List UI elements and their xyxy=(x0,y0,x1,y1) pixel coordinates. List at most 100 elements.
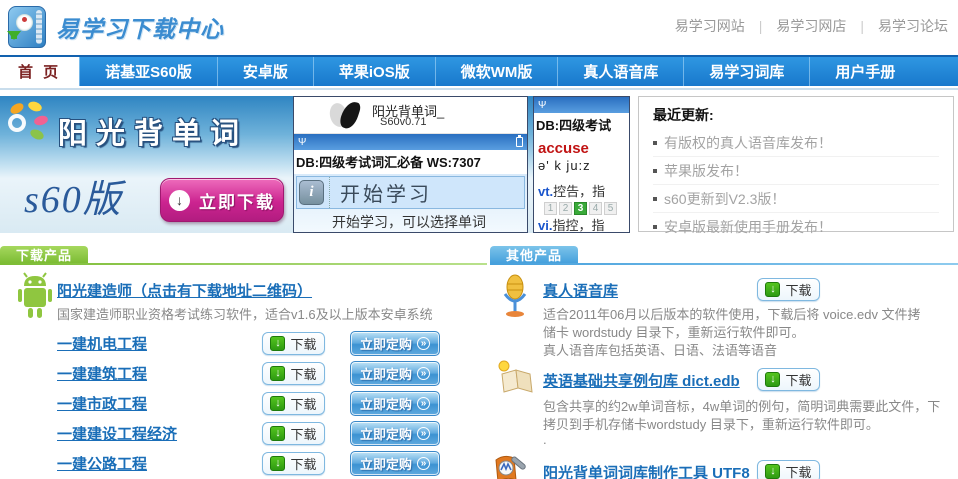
link-website[interactable]: 易学习网站 xyxy=(675,16,745,36)
db-status-line: DB:四级考试词汇必备 WS:7307 xyxy=(294,150,527,174)
nav-item-home[interactable]: 首 页 xyxy=(0,57,79,86)
featured-product-link-wrap: 阳光建造师（点击有下载地址二维码） xyxy=(57,280,312,301)
status-bar: Ψ xyxy=(534,97,629,113)
product-link[interactable]: 一建公路工程 xyxy=(57,453,262,474)
bullet-icon xyxy=(653,225,657,229)
order-now-button[interactable]: 立即定购» xyxy=(350,451,440,476)
arrow-right-icon: » xyxy=(417,397,430,410)
tools-book-icon xyxy=(492,454,534,479)
app-version: S60v0.71 xyxy=(380,116,426,128)
recent-updates-box: 最近更新: 有版权的真人语音库发布！ 苹果版发布！ s60更新到V2.3版！ 安… xyxy=(638,96,954,232)
product-title-row: 真人语音库 xyxy=(543,280,618,301)
phone-screenshot-1: 阳光背单词_ S60v0.71 Ψ DB:四级考试词汇必备 WS:7307 i … xyxy=(293,96,528,233)
product-desc-line: 储卡 wordstudy 目录下，重新运行软件即可。 xyxy=(543,322,804,341)
schoolbag-logo-icon xyxy=(8,6,46,48)
tab-other-products: 其他产品 xyxy=(490,246,578,263)
microphone-icon xyxy=(498,274,532,323)
menu-item-description: 开始学习，可以选择单词 xyxy=(332,212,525,232)
android-icon xyxy=(14,272,56,325)
product-row: 一建市政工程 ↓下载 立即定购» xyxy=(0,388,480,418)
product-link[interactable]: 真人语音库 xyxy=(543,280,618,301)
nav-underline xyxy=(0,88,958,90)
green-section-line xyxy=(0,263,487,265)
nav-item-ios[interactable]: 苹果iOS版 xyxy=(313,57,435,86)
promo-banner: 阳光背单词 s60版 ↓ 立即下载 阳光背单词_ S60v0.71 Ψ DB:四… xyxy=(0,96,630,233)
product-link[interactable]: 一建建筑工程 xyxy=(57,363,262,384)
download-arrow-icon: ↓ xyxy=(765,464,780,479)
order-now-button[interactable]: 立即定购» xyxy=(350,421,440,446)
arrow-right-icon: » xyxy=(417,457,430,470)
nav-item-manual[interactable]: 用户手册 xyxy=(809,57,920,86)
download-arrow-icon: ↓ xyxy=(270,426,285,441)
app-header: 阳光背单词_ S60v0.71 xyxy=(294,97,527,134)
product-title-row: 阳光背单词词库制作工具 UTF8 xyxy=(543,462,750,479)
product-desc-line: . xyxy=(543,432,547,447)
product-desc-line: 适合2011年06月以后版本的软件使用，下载后将 voice.edv 文件拷 xyxy=(543,304,921,323)
link-forum[interactable]: 易学习论坛 xyxy=(878,16,948,36)
download-arrow-icon: ↓ xyxy=(765,282,780,297)
nav-item-wm[interactable]: 微软WM版 xyxy=(435,57,558,86)
meaning-line: vi.指控，指 xyxy=(538,215,625,233)
product-link[interactable]: 阳光背单词词库制作工具 UTF8 xyxy=(543,462,750,479)
bullet-icon xyxy=(653,197,657,201)
battery-icon xyxy=(516,137,523,147)
book-icon xyxy=(494,358,536,401)
update-item: 有版权的真人语音库发布！ xyxy=(653,129,939,157)
nav-item-nokia-s60[interactable]: 诺基亚S60版 xyxy=(79,57,217,86)
phonetic: ə' k ju:z xyxy=(538,158,625,173)
download-arrow-icon: ↓ xyxy=(270,396,285,411)
download-button[interactable]: ↓下载 xyxy=(262,362,325,385)
banner-download-button[interactable]: ↓ 立即下载 xyxy=(160,178,284,222)
download-button[interactable]: ↓下载 xyxy=(757,368,820,391)
page-number: 5 xyxy=(604,202,617,215)
download-button[interactable]: ↓下载 xyxy=(262,392,325,415)
update-item: s60更新到V2.3版！ xyxy=(653,185,939,213)
nav-item-voice-library[interactable]: 真人语音库 xyxy=(557,57,683,86)
order-now-button[interactable]: 立即定购» xyxy=(350,361,440,386)
product-link[interactable]: 一建机电工程 xyxy=(57,333,262,354)
order-now-button[interactable]: 立即定购» xyxy=(350,391,440,416)
featured-product-desc: 国家建造师职业资格考试练习软件，适合v1.6及以上版本安卓系统 xyxy=(57,304,433,323)
product-title-row: 英语基础共享例句库 dict.edb xyxy=(543,370,740,391)
main-nav: 首 页 诺基亚S60版 安卓版 苹果iOS版 微软WM版 真人语音库 易学习词库… xyxy=(0,55,958,86)
product-row: 一建机电工程 ↓下载 立即定购» xyxy=(0,328,480,358)
download-product-list: 一建机电工程 ↓下载 立即定购» 一建建筑工程 ↓下载 立即定购» 一建市政工程… xyxy=(0,328,480,478)
product-link[interactable]: 一建建设工程经济 xyxy=(57,423,262,444)
nav-item-dictionary[interactable]: 易学习词库 xyxy=(683,57,809,86)
app-menu: i 开始学习 开始学习，可以选择单词 xyxy=(294,174,527,233)
link-shop[interactable]: 易学习网店 xyxy=(776,16,846,36)
download-button[interactable]: ↓下载 xyxy=(262,422,325,445)
status-bar: Ψ xyxy=(294,134,527,150)
download-button[interactable]: ↓下载 xyxy=(757,460,820,479)
product-row: 一建建筑工程 ↓下载 立即定购» xyxy=(0,358,480,388)
arrow-right-icon: » xyxy=(417,367,430,380)
download-arrow-icon: ↓ xyxy=(270,336,285,351)
download-arrow-icon: ↓ xyxy=(765,372,780,387)
update-item: 苹果版发布！ xyxy=(653,157,939,185)
db-status-line: DB:四级考试 xyxy=(534,113,629,137)
blue-section-line xyxy=(490,263,958,265)
product-link[interactable]: 一建市政工程 xyxy=(57,393,262,414)
logo-link[interactable]: 易学习下载中心 xyxy=(8,6,224,48)
update-item: 安卓版最新使用手册发布！ xyxy=(653,213,939,241)
page-number-active: 3 xyxy=(574,202,587,215)
featured-product-link[interactable]: 阳光建造师（点击有下载地址二维码） xyxy=(57,283,312,300)
product-link[interactable]: 英语基础共享例句库 dict.edb xyxy=(543,370,740,391)
download-button[interactable]: ↓下载 xyxy=(262,332,325,355)
pagination: 1 2 3 4 5 xyxy=(544,202,625,215)
download-arrow-icon: ↓ xyxy=(169,190,190,211)
download-button[interactable]: ↓下载 xyxy=(262,452,325,475)
site-title: 易学习下载中心 xyxy=(56,10,224,44)
product-desc-line: 包含共享的约2w单词音标，4w单词的例句，简明词典需要此文件，下 xyxy=(543,396,940,415)
download-arrow-icon: ↓ xyxy=(270,366,285,381)
download-button[interactable]: ↓下载 xyxy=(757,278,820,301)
link-separator: | xyxy=(860,18,864,34)
page: 易学习下载中心 易学习网站 | 易学习网店 | 易学习论坛 首 页 诺基亚S60… xyxy=(0,0,958,479)
arrow-right-icon: » xyxy=(417,337,430,350)
top-links: 易学习网站 | 易学习网店 | 易学习论坛 xyxy=(675,16,948,36)
header: 易学习下载中心 易学习网站 | 易学习网店 | 易学习论坛 xyxy=(0,0,958,55)
product-row: 一建建设工程经济 ↓下载 立即定购» xyxy=(0,418,480,448)
nav-item-android[interactable]: 安卓版 xyxy=(217,57,313,86)
order-now-button[interactable]: 立即定购» xyxy=(350,331,440,356)
banner-title: 阳光背单词 xyxy=(58,110,308,152)
